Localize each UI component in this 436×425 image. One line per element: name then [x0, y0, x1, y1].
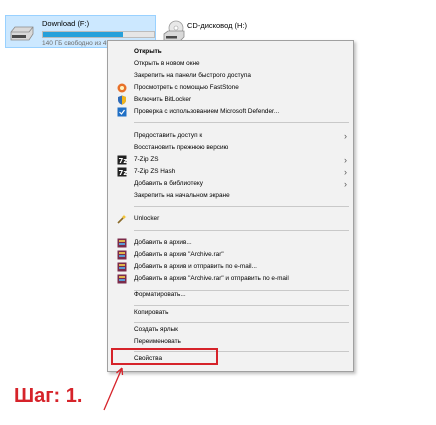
menu-item-open[interactable]: Открыть [108, 46, 353, 58]
menu-item-format[interactable]: Форматировать... [108, 289, 353, 301]
hard-drive-icon [10, 26, 34, 41]
menu-item-label: Открыть [134, 48, 162, 55]
menu-item-unlocker[interactable]: Unlocker [108, 213, 353, 225]
chevron-right-icon: › [344, 131, 347, 141]
svg-text:7z: 7z [119, 169, 128, 177]
menu-item-faststone[interactable]: Просмотреть с помощью FastStone [108, 82, 353, 94]
menu-item-label: Проверка с использованием Microsoft Defe… [134, 108, 280, 115]
menu-item-restore-versions[interactable]: Восстановить прежнюю версию [108, 142, 353, 154]
menu-item-bitlocker[interactable]: Включить BitLocker [108, 94, 353, 106]
menu-item-label: Открыть в новом окне [134, 60, 200, 67]
step-label: Шаг: 1. [14, 385, 83, 407]
menu-item-label: 7-Zip ZS Hash [134, 168, 176, 175]
menu-item-rar-add-named[interactable]: Добавить в архив "Archive.rar" [108, 249, 353, 261]
menu-separator [134, 122, 349, 123]
menu-item-label: Добавить в архив и отправить по e-mail..… [134, 263, 257, 270]
menu-item-label: Добавить в архив "Archive.rar" и отправи… [134, 275, 289, 282]
menu-item-rar-add-email[interactable]: Добавить в архив и отправить по e-mail..… [108, 261, 353, 273]
menu-item-open-new-window[interactable]: Открыть в новом окне [108, 58, 353, 70]
menu-item-label: Закрепить на начальном экране [134, 192, 230, 199]
menu-item-pin-quick-access[interactable]: Закрепить на панели быстрого доступа [108, 70, 353, 82]
context-menu: Открыть Открыть в новом окне Закрепить н… [107, 40, 354, 372]
winrar-icon [117, 238, 127, 248]
menu-item-label: Просмотреть с помощью FastStone [134, 84, 239, 91]
menu-item-rar-add-named-email[interactable]: Добавить в архив "Archive.rar" и отправи… [108, 273, 353, 285]
menu-item-give-access[interactable]: Предоставить доступ к › [108, 130, 353, 142]
winrar-icon [117, 274, 127, 284]
menu-separator [134, 230, 349, 231]
svg-text:7z: 7z [119, 157, 128, 165]
menu-item-label: Добавить в библиотеку [134, 180, 203, 187]
shield-icon [118, 95, 126, 105]
menu-item-label: Включить BitLocker [134, 96, 192, 103]
menu-item-label: Unlocker [134, 215, 160, 222]
menu-separator [134, 322, 349, 323]
menu-item-create-shortcut[interactable]: Создать ярлык [108, 324, 353, 336]
chevron-right-icon: › [344, 155, 347, 165]
chevron-right-icon: › [344, 179, 347, 189]
menu-item-label: 7-Zip ZS [134, 156, 159, 163]
menu-item-7zip[interactable]: 7z 7-Zip ZS › [108, 154, 353, 166]
winrar-icon [117, 262, 127, 272]
faststone-icon [117, 83, 127, 93]
annotation-arrow-icon [103, 367, 124, 411]
menu-item-label: Переименовать [134, 338, 181, 345]
drive-name: CD-дисковод (H:) [187, 21, 248, 30]
menu-item-rar-add[interactable]: Добавить в архив... [108, 237, 353, 249]
menu-item-label: Восстановить прежнюю версию [134, 144, 229, 151]
chevron-right-icon: › [344, 167, 347, 177]
menu-item-label: Добавить в архив "Archive.rar" [134, 251, 224, 258]
menu-item-7zip-hash[interactable]: 7z 7-Zip ZS Hash › [108, 166, 353, 178]
menu-item-copy[interactable]: Копировать [108, 307, 353, 319]
menu-item-pin-start[interactable]: Закрепить на начальном экране [108, 190, 353, 202]
defender-icon [117, 107, 127, 117]
menu-item-defender-scan[interactable]: Проверка с использованием Microsoft Defe… [108, 106, 353, 118]
winrar-icon [117, 250, 127, 260]
menu-item-label: Добавить в архив... [134, 239, 192, 246]
menu-item-label: Форматировать... [134, 291, 186, 298]
7zip-icon: 7z [117, 167, 127, 177]
menu-item-rename[interactable]: Переименовать [108, 336, 353, 348]
menu-item-label: Предоставить доступ к [134, 132, 203, 139]
drive-usage-fill [43, 32, 123, 37]
menu-item-label: Копировать [134, 309, 169, 316]
menu-item-label: Закрепить на панели быстрого доступа [134, 72, 251, 79]
menu-item-label: Создать ярлык [134, 326, 178, 333]
menu-separator [134, 206, 349, 207]
drive-usage-bar [42, 31, 155, 38]
wand-icon [117, 214, 127, 224]
7zip-icon: 7z [117, 155, 127, 165]
drive-name: Download (F:) [42, 19, 90, 28]
menu-separator [134, 305, 349, 306]
menu-item-add-library[interactable]: Добавить в библиотеку › [108, 178, 353, 190]
